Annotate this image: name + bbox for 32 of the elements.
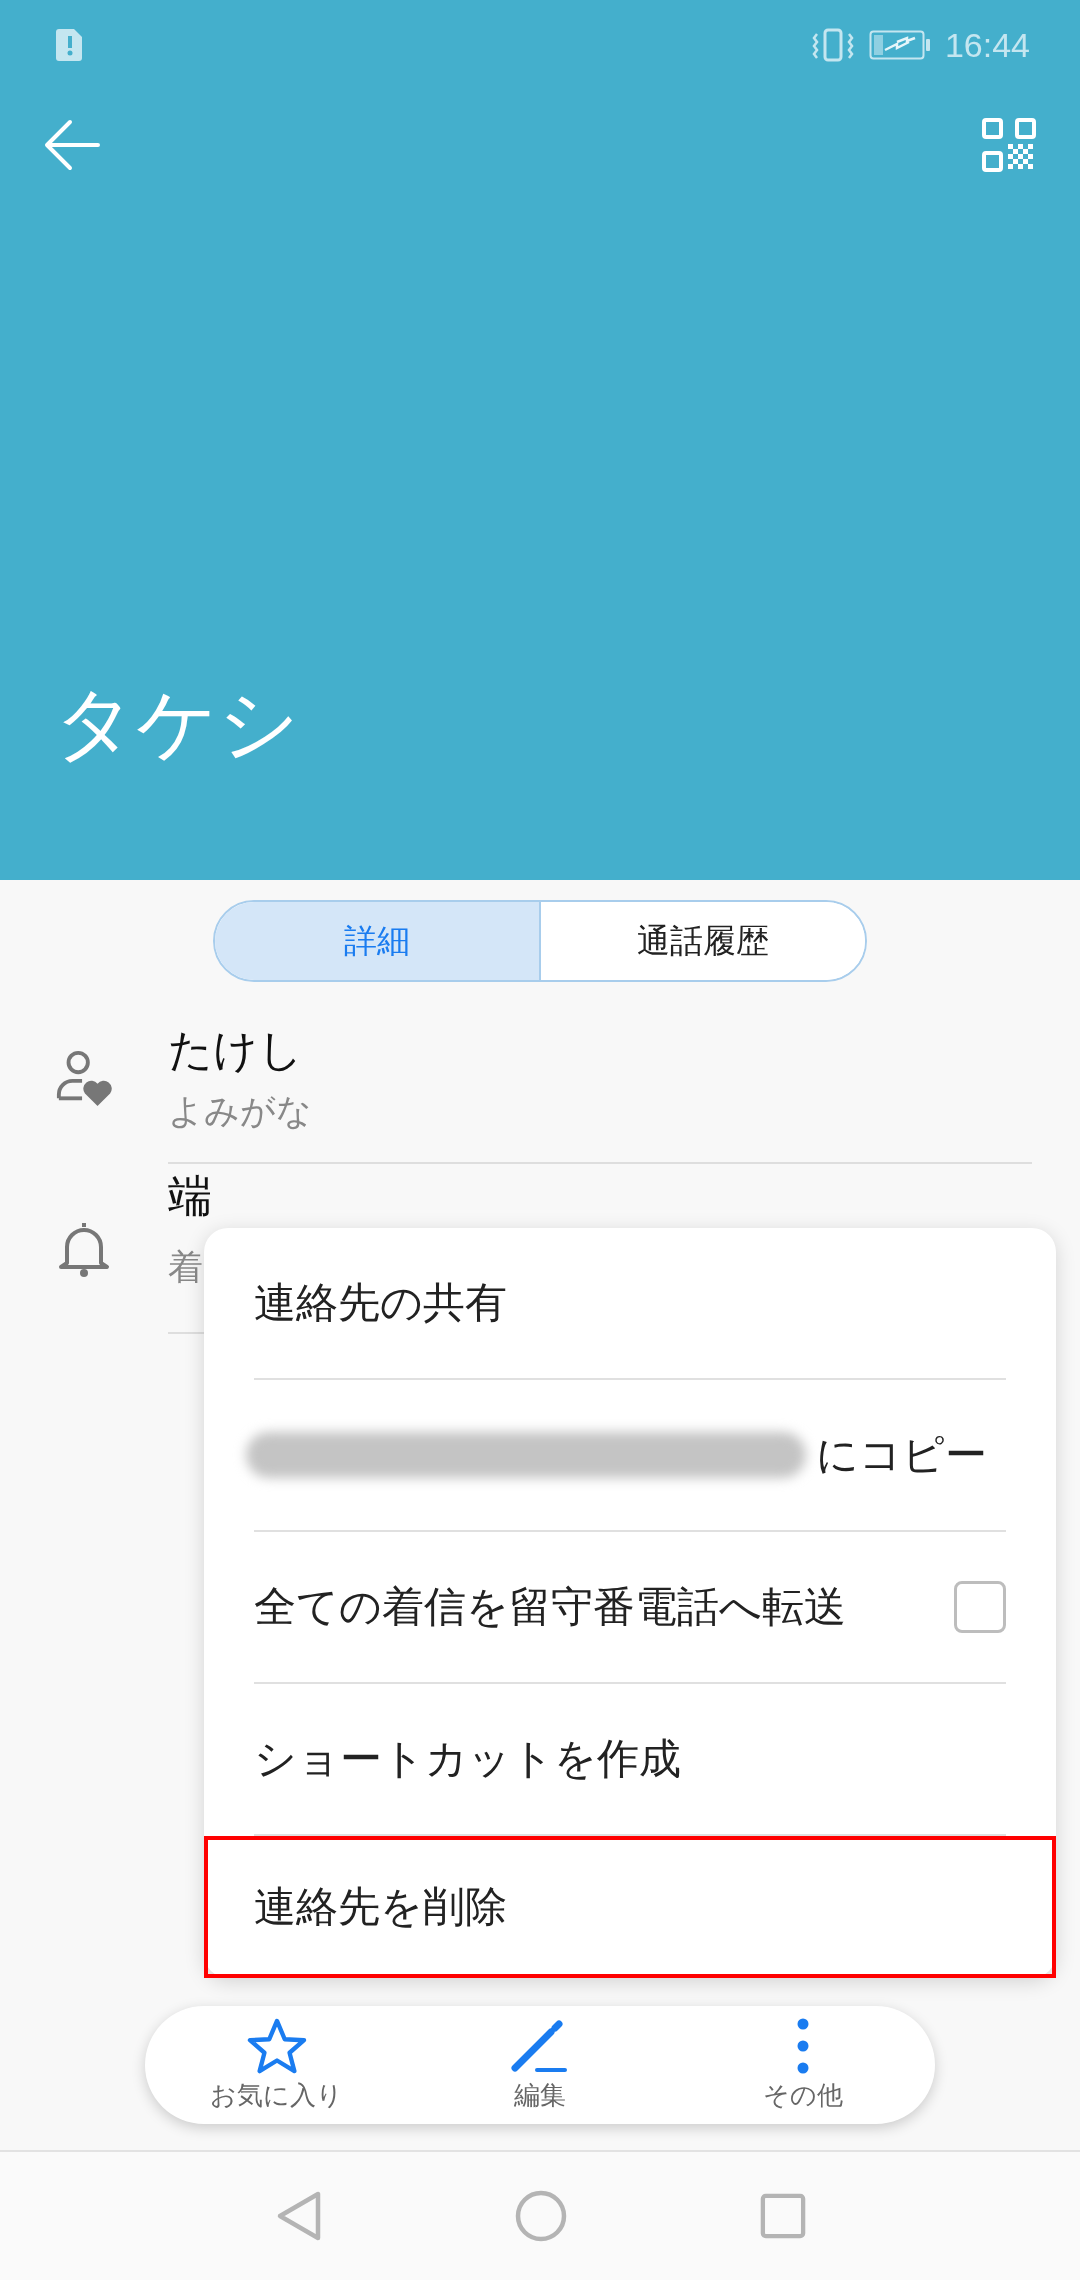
home-icon[interactable] xyxy=(515,2190,567,2242)
menu-item-label: 連絡先を削除 xyxy=(254,1882,507,1932)
action-button[interactable]: お気に入り xyxy=(145,2006,409,2124)
menu-item-label: にコピー xyxy=(816,1430,987,1480)
person-heart-icon xyxy=(55,1050,113,1108)
menu-item[interactable]: 連絡先を削除 xyxy=(204,1836,1056,1978)
back-arrow-icon[interactable] xyxy=(44,119,100,171)
field-value: たけし xyxy=(168,1024,303,1076)
menu-item-label: 全ての着信を留守番電話へ転送 xyxy=(254,1582,847,1632)
back-icon[interactable] xyxy=(276,2190,322,2242)
field-value: 端 xyxy=(168,1174,212,1218)
status-time: 16:44 xyxy=(944,25,1030,65)
field-label: よみがな xyxy=(168,1090,312,1132)
sim-alert-icon xyxy=(56,28,84,62)
menu-item[interactable]: 全ての着信を留守番電話へ転送 xyxy=(254,1532,1006,1684)
recent-apps-icon[interactable] xyxy=(760,2193,806,2239)
field-label: 着 xyxy=(168,1246,203,1288)
action-button[interactable]: 編集 xyxy=(408,2006,672,2124)
pencil-icon xyxy=(511,2017,569,2074)
menu-item-label: 連絡先の共有 xyxy=(254,1278,507,1328)
vibrate-icon xyxy=(810,28,855,62)
menu-item[interactable]: ショートカットを作成 xyxy=(254,1684,1006,1836)
qr-code-icon[interactable] xyxy=(982,118,1036,172)
menu-item[interactable]: 連絡先の共有 xyxy=(254,1228,1006,1380)
menu-item-label: ショートカットを作成 xyxy=(254,1734,681,1784)
menu-item[interactable]: にコピー xyxy=(254,1380,1006,1532)
more-vertical-icon xyxy=(797,2017,810,2074)
action-button[interactable]: その他 xyxy=(671,2006,935,2124)
star-icon xyxy=(246,2017,307,2074)
contact-name-title: タケシ xyxy=(53,680,301,768)
battery-charging-icon xyxy=(868,30,931,60)
checkbox[interactable] xyxy=(954,1581,1006,1633)
